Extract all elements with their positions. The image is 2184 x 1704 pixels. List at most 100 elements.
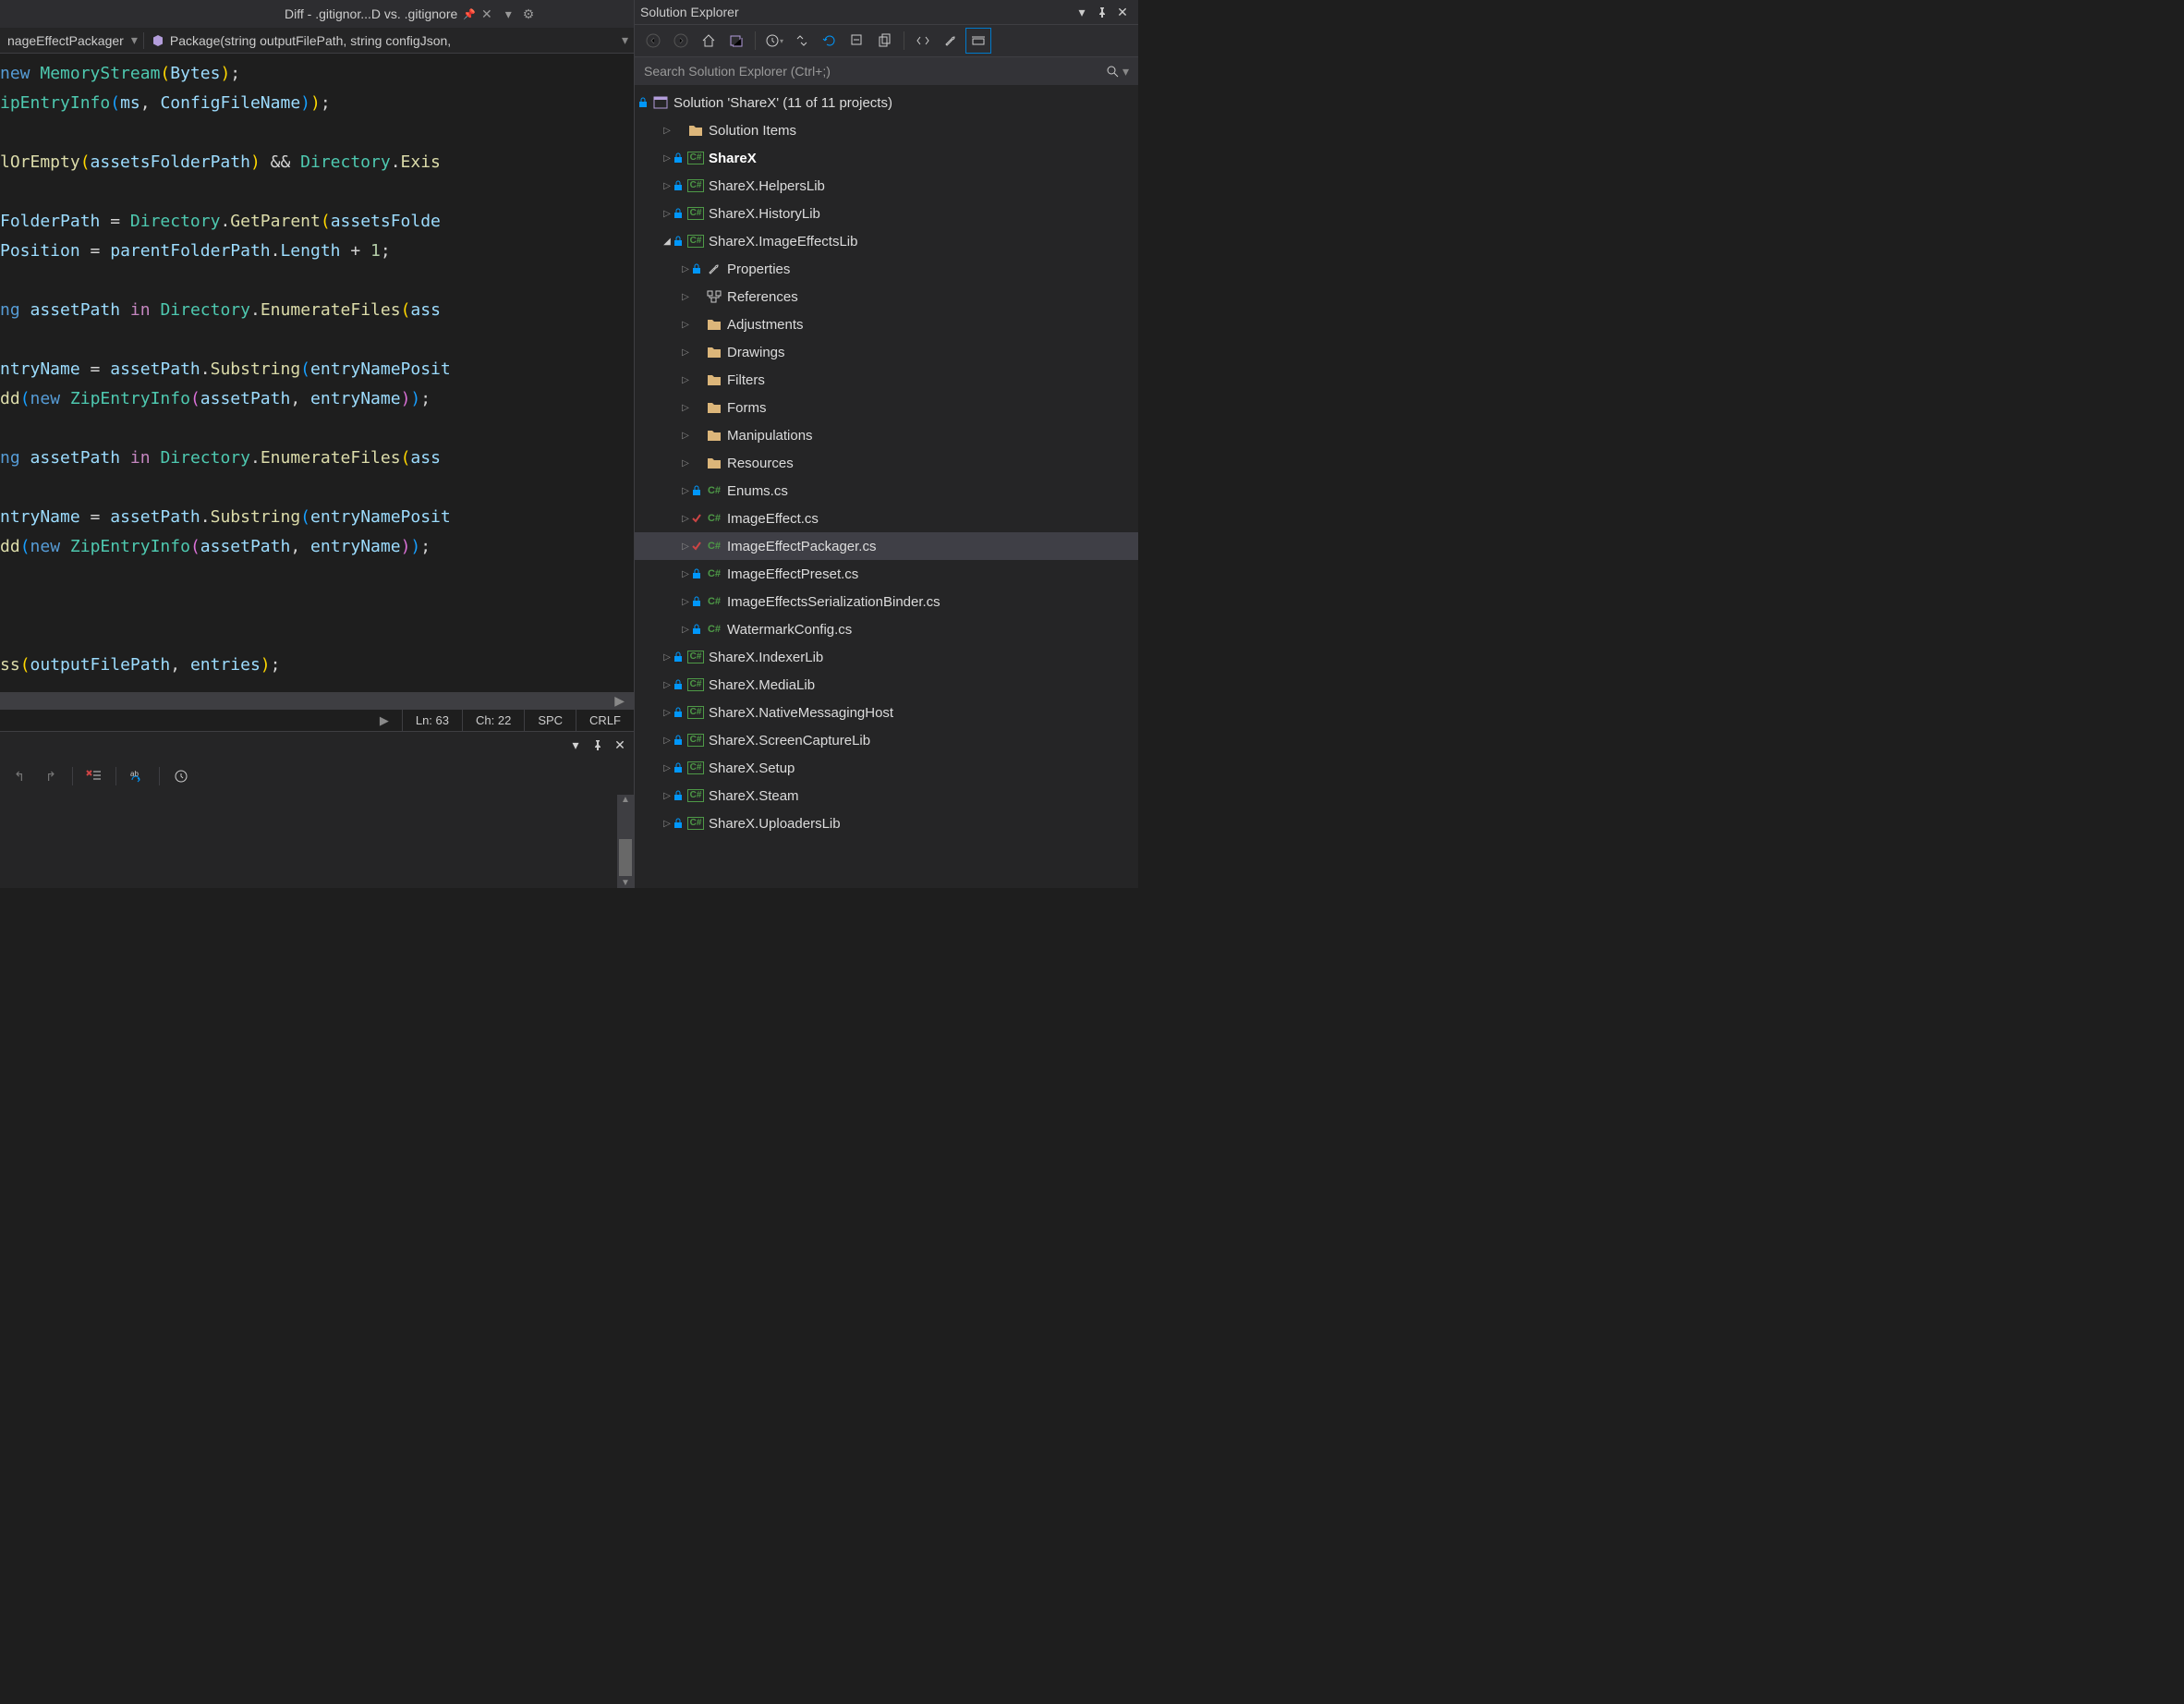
expander-icon[interactable]: ▷ <box>661 791 673 801</box>
se-dropdown-icon[interactable]: ▾ <box>1072 2 1092 22</box>
tree-item[interactable]: ▷C#ShareX.ScreenCaptureLib <box>635 726 1138 754</box>
expander-icon[interactable]: ▷ <box>679 569 692 579</box>
tree-item[interactable]: ▷C#WatermarkConfig.cs <box>635 615 1138 643</box>
tree-item[interactable]: ▷C#ShareX.HistoryLib <box>635 200 1138 227</box>
tree-item[interactable]: ▷Adjustments <box>635 310 1138 338</box>
expander-icon[interactable]: ▷ <box>679 625 692 635</box>
tree-item[interactable]: ▷C#ShareX.Setup <box>635 754 1138 782</box>
expander-icon[interactable]: ▷ <box>661 126 673 136</box>
tree-item[interactable]: ▷C#ShareX.NativeMessagingHost <box>635 699 1138 726</box>
tree-item[interactable]: ▷Properties <box>635 255 1138 283</box>
expander-icon[interactable]: ▷ <box>661 708 673 718</box>
tab-pin-icon[interactable]: 📌 <box>463 8 476 20</box>
properties-icon[interactable] <box>938 28 964 54</box>
tree-item[interactable]: ▷C#ImageEffectsSerializationBinder.cs <box>635 588 1138 615</box>
expander-icon[interactable]: ▷ <box>661 736 673 746</box>
search-input[interactable] <box>644 64 1100 79</box>
scroll-up-icon[interactable]: ▲ <box>621 795 630 805</box>
tree-item[interactable]: ◢C#ShareX.ImageEffectsLib <box>635 227 1138 255</box>
refresh-icon[interactable] <box>817 28 843 54</box>
se-close-icon[interactable]: ✕ <box>1112 2 1133 22</box>
se-pin-icon[interactable] <box>1092 2 1112 22</box>
tree-item[interactable]: ▷Resources <box>635 449 1138 477</box>
status-col[interactable]: Ch: 22 <box>462 710 524 731</box>
expander-icon[interactable]: ▷ <box>661 819 673 829</box>
tree-item[interactable]: ▷C#ImageEffectPackager.cs <box>635 532 1138 560</box>
tree-item[interactable]: ▷C#ShareX.Steam <box>635 782 1138 809</box>
arrow-left-up-icon[interactable]: ↰ <box>6 762 33 790</box>
tree-item[interactable]: ▷C#ShareX.HelpersLib <box>635 172 1138 200</box>
tab-dropdown-icon[interactable]: ▾ <box>500 6 517 22</box>
show-all-files-icon[interactable] <box>872 28 898 54</box>
tab-diff[interactable]: Diff - .gitignor...D vs. .gitignore 📌 ✕ <box>277 0 500 28</box>
bottom-pin-icon[interactable] <box>588 735 608 755</box>
expander-icon[interactable]: ▷ <box>679 542 692 552</box>
tree-item[interactable]: ▷C#Enums.cs <box>635 477 1138 505</box>
tab-close-icon[interactable]: ✕ <box>481 6 492 22</box>
nav-back-icon[interactable] <box>640 28 666 54</box>
scrollbar-thumb[interactable] <box>619 839 632 876</box>
tree-item[interactable]: ▷C#ShareX.MediaLib <box>635 671 1138 699</box>
tree-item[interactable]: ▷Filters <box>635 366 1138 394</box>
view-code-icon[interactable] <box>910 28 936 54</box>
breadcrumb-method[interactable]: Package(string outputFilePath, string co… <box>144 33 458 48</box>
solution-explorer-search[interactable]: ▾ <box>635 57 1138 85</box>
bottom-close-icon[interactable]: ✕ <box>610 735 630 755</box>
expander-icon[interactable]: ▷ <box>679 375 692 385</box>
clear-list-icon[interactable] <box>80 762 108 790</box>
tree-item[interactable]: ▷Drawings <box>635 338 1138 366</box>
collapse-all-icon[interactable] <box>844 28 870 54</box>
pending-changes-icon[interactable]: ▾ <box>761 28 787 54</box>
tree-item[interactable]: ▷Solution Items <box>635 116 1138 144</box>
expander-icon[interactable]: ▷ <box>679 292 692 302</box>
tree-item[interactable]: ▷Forms <box>635 394 1138 421</box>
expander-icon[interactable]: ▷ <box>661 181 673 191</box>
expander-icon[interactable]: ▷ <box>679 486 692 496</box>
tree-item[interactable]: ▷References <box>635 283 1138 310</box>
code-editor[interactable]: new MemoryStream(Bytes); ipEntryInfo(ms,… <box>0 54 634 692</box>
search-icon[interactable] <box>1100 65 1119 78</box>
bottom-dropdown-icon[interactable]: ▾ <box>565 735 586 755</box>
tree-item[interactable]: ▷C#ShareX.UploadersLib <box>635 809 1138 837</box>
tab-gear-icon[interactable]: ⚙ <box>517 6 540 22</box>
tree-root[interactable]: Solution 'ShareX' (11 of 11 projects) <box>635 89 1138 116</box>
breadcrumb-class[interactable]: nageEffectPackager <box>0 33 131 48</box>
tree-item[interactable]: ▷C#ShareX <box>635 144 1138 172</box>
scroll-right-icon[interactable]: ▶ <box>605 693 634 709</box>
expander-icon[interactable]: ▷ <box>661 652 673 663</box>
expander-icon[interactable]: ▷ <box>661 763 673 773</box>
expander-icon[interactable]: ▷ <box>679 320 692 330</box>
breadcrumb-class-dropdown-icon[interactable]: ▾ <box>131 32 143 48</box>
switch-views-icon[interactable] <box>723 28 749 54</box>
expander-icon[interactable]: ▷ <box>661 153 673 164</box>
expander-icon[interactable]: ▷ <box>661 680 673 690</box>
status-spc[interactable]: SPC <box>524 710 576 731</box>
scroll-down-icon[interactable]: ▼ <box>621 878 630 888</box>
history-icon[interactable] <box>167 762 195 790</box>
arrow-right-up-icon[interactable]: ↱ <box>37 762 65 790</box>
breadcrumb-method-dropdown-icon[interactable]: ▾ <box>622 32 634 48</box>
editor-hscrollbar[interactable]: ▶ <box>0 692 634 709</box>
tree-item[interactable]: ▷C#ImageEffect.cs <box>635 505 1138 532</box>
expander-icon[interactable]: ◢ <box>661 237 673 247</box>
expander-icon[interactable]: ▷ <box>679 597 692 607</box>
expander-icon[interactable]: ▷ <box>661 209 673 219</box>
status-crlf[interactable]: CRLF <box>576 710 634 731</box>
expander-icon[interactable]: ▷ <box>679 431 692 441</box>
search-dropdown-icon[interactable]: ▾ <box>1119 64 1129 79</box>
tree-item[interactable]: ▷C#ImageEffectPreset.cs <box>635 560 1138 588</box>
expander-icon[interactable]: ▷ <box>679 514 692 524</box>
tree-item[interactable]: ▷C#ShareX.IndexerLib <box>635 643 1138 671</box>
tree-item[interactable]: ▷Manipulations <box>635 421 1138 449</box>
nav-fwd-icon[interactable] <box>668 28 694 54</box>
status-play-icon[interactable]: ▶ <box>367 710 402 731</box>
home-icon[interactable] <box>696 28 722 54</box>
preview-selected-icon[interactable] <box>965 28 991 54</box>
expander-icon[interactable]: ▷ <box>679 458 692 469</box>
search-loop-icon[interactable]: ab <box>124 762 152 790</box>
expander-icon[interactable]: ▷ <box>679 403 692 413</box>
status-line[interactable]: Ln: 63 <box>402 710 462 731</box>
sync-icon[interactable] <box>789 28 815 54</box>
expander-icon[interactable]: ▷ <box>679 264 692 274</box>
expander-icon[interactable]: ▷ <box>679 347 692 358</box>
